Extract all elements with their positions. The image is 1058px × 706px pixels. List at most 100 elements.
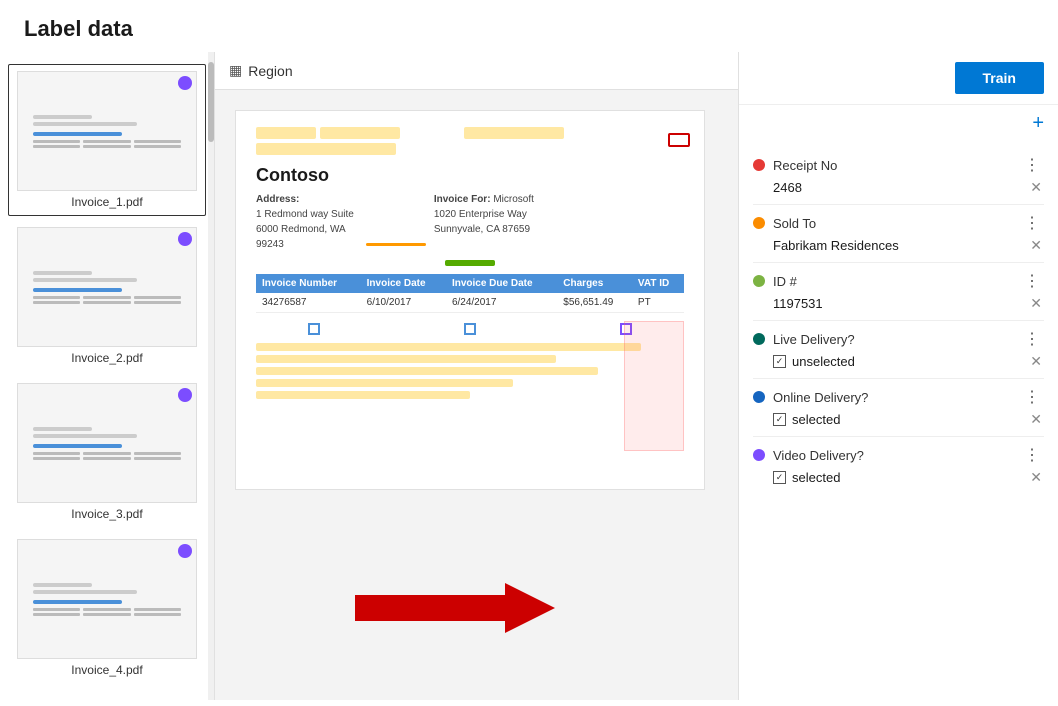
label-header: Video Delivery? ⋮ <box>753 439 1044 467</box>
label-list: Receipt No ⋮ 2468 ✕ Sold To ⋮ Fabrikam R… <box>739 141 1058 502</box>
label-value: 1197531 <box>773 296 1028 311</box>
label-dot <box>753 391 765 403</box>
invoice-for: Invoice For: Microsoft 1020 Enterprise W… <box>434 192 534 252</box>
label-value-row: ✓ unselected ✕ <box>753 351 1044 376</box>
label-close-button[interactable]: ✕ <box>1028 179 1044 196</box>
label-value-row: 2468 ✕ <box>753 177 1044 202</box>
thumb-content <box>27 574 187 624</box>
document-sidebar: Invoice_1.pdf Invoice_2.pdf <box>0 52 215 700</box>
label-value-row: 1197531 ✕ <box>753 293 1044 318</box>
label-name: Sold To <box>773 216 1020 231</box>
region-icon: ▦ <box>229 62 242 79</box>
invoice-address: Address: 1 Redmond way Suite 6000 Redmon… <box>256 192 354 252</box>
label-value-row: ✓ selected ✕ <box>753 409 1044 434</box>
label-more-button[interactable]: ⋮ <box>1020 271 1044 291</box>
field-box-1 <box>256 127 316 139</box>
label-dot <box>753 275 765 287</box>
table-cell: 6/24/2017 <box>446 293 557 313</box>
doc-label: Invoice_4.pdf <box>17 663 197 677</box>
red-box <box>668 133 690 147</box>
label-header: Receipt No ⋮ <box>753 149 1044 177</box>
green-bar-row <box>256 260 684 266</box>
label-value: unselected <box>792 354 1028 369</box>
label-more-button[interactable]: ⋮ <box>1020 155 1044 175</box>
doc-thumbnail <box>17 227 197 347</box>
label-close-button[interactable]: ✕ <box>1028 295 1044 312</box>
label-name: Live Delivery? <box>773 332 1020 347</box>
label-more-button[interactable]: ⋮ <box>1020 213 1044 233</box>
label-value: Fabrikam Residences <box>773 238 1028 253</box>
doc-thumbnail <box>17 539 197 659</box>
label-more-button[interactable]: ⋮ <box>1020 445 1044 465</box>
sidebar-item-doc1[interactable]: Invoice_1.pdf <box>8 64 206 216</box>
table-cell: PT <box>632 293 684 313</box>
region-toolbar: ▦ Region <box>215 52 738 90</box>
label-close-button[interactable]: ✕ <box>1028 237 1044 254</box>
label-close-button[interactable]: ✕ <box>1028 353 1044 370</box>
label-item-receipt-no: Receipt No ⋮ 2468 ✕ <box>739 149 1058 202</box>
label-divider <box>753 436 1044 437</box>
pink-region <box>624 321 684 451</box>
label-more-button[interactable]: ⋮ <box>1020 329 1044 349</box>
doc-label: Invoice_3.pdf <box>17 507 197 521</box>
hl-row-1 <box>256 343 641 351</box>
label-name: Online Delivery? <box>773 390 1020 405</box>
label-value: selected <box>792 412 1028 427</box>
label-close-button[interactable]: ✕ <box>1028 469 1044 486</box>
hl-row-2 <box>256 355 556 363</box>
label-value: 2468 <box>773 180 1028 195</box>
checkbox-1 <box>308 323 320 335</box>
sidebar-item-doc2[interactable]: Invoice_2.pdf <box>8 220 206 372</box>
company-name: Contoso <box>256 165 684 186</box>
table-header: Charges <box>557 274 632 293</box>
highlight-rows <box>256 343 684 399</box>
sidebar-item-doc3[interactable]: Invoice_3.pdf <box>8 376 206 528</box>
invoice-table: Invoice NumberInvoice DateInvoice Due Da… <box>256 274 684 313</box>
table-header: Invoice Date <box>361 274 446 293</box>
label-dot <box>753 217 765 229</box>
label-value-row: Fabrikam Residences ✕ <box>753 235 1044 260</box>
label-value: selected <box>792 470 1028 485</box>
doc-thumbnail <box>17 383 197 503</box>
scrollbar-thumb[interactable] <box>208 62 214 142</box>
scrollbar-track <box>208 52 214 700</box>
label-checkbox-icon: ✓ <box>773 471 786 484</box>
green-bar <box>445 260 495 266</box>
doc-dot-badge <box>178 388 192 402</box>
sidebar-item-doc4[interactable]: Invoice_4.pdf <box>8 532 206 684</box>
hl-row-4 <box>256 379 513 387</box>
label-name: Video Delivery? <box>773 448 1020 463</box>
thumb-content <box>27 262 187 312</box>
field-box-3 <box>464 127 564 139</box>
label-divider <box>753 204 1044 205</box>
label-dot <box>753 333 765 345</box>
label-item-id-hash: ID # ⋮ 1197531 ✕ <box>739 265 1058 318</box>
invoice-body: Address: 1 Redmond way Suite 6000 Redmon… <box>256 192 684 252</box>
top-fields <box>256 127 684 155</box>
table-cell: 6/10/2017 <box>361 293 446 313</box>
label-more-button[interactable]: ⋮ <box>1020 387 1044 407</box>
invoice-card: Contoso Address: 1 Redmond way Suite 600… <box>235 110 705 490</box>
label-checkbox-icon: ✓ <box>773 413 786 426</box>
table-header: Invoice Due Date <box>446 274 557 293</box>
doc-dot-badge <box>178 232 192 246</box>
orange-underline <box>366 243 426 246</box>
arrow-svg <box>355 583 555 633</box>
label-item-video-delivery: Video Delivery? ⋮ ✓ selected ✕ <box>739 439 1058 492</box>
label-close-button[interactable]: ✕ <box>1028 411 1044 428</box>
train-button[interactable]: Train <box>955 62 1044 94</box>
doc-label: Invoice_2.pdf <box>17 351 197 365</box>
add-label-button[interactable]: + <box>1032 113 1044 133</box>
table-header: Invoice Number <box>256 274 361 293</box>
table-cell: $56,651.49 <box>557 293 632 313</box>
label-divider <box>753 378 1044 379</box>
hl-row-5 <box>256 391 470 399</box>
field-box-2 <box>320 127 400 139</box>
doc-dot-badge <box>178 76 192 90</box>
checkbox-2 <box>464 323 476 335</box>
label-dot <box>753 449 765 461</box>
label-item-live-delivery: Live Delivery? ⋮ ✓ unselected ✕ <box>739 323 1058 376</box>
label-header: Sold To ⋮ <box>753 207 1044 235</box>
label-value-row: ✓ selected ✕ <box>753 467 1044 492</box>
train-toolbar: Train <box>739 52 1058 105</box>
